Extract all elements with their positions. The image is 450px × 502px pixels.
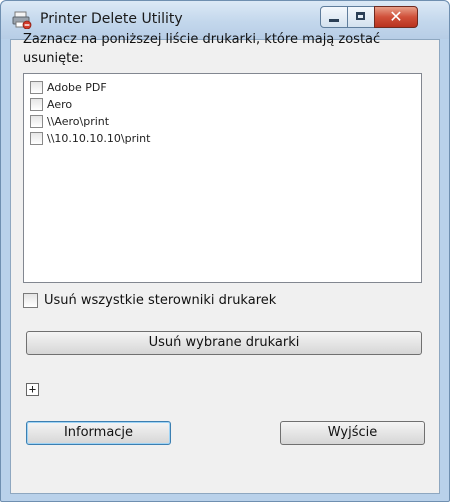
list-item[interactable]: Aero (30, 96, 421, 113)
info-button[interactable]: Informacje (26, 421, 171, 445)
close-icon: ✕ (389, 7, 403, 26)
printer-checkbox[interactable] (30, 115, 43, 128)
exit-button[interactable]: Wyjście (280, 421, 425, 445)
instruction-label: Zaznacz na poniższej liście drukarki, kt… (23, 32, 381, 66)
remove-drivers-checkbox[interactable] (23, 293, 38, 308)
list-item[interactable]: \\10.10.10.10\print (30, 130, 421, 147)
list-item[interactable]: \\Aero\print (30, 113, 421, 130)
close-button[interactable]: ✕ (374, 6, 418, 28)
printer-checkbox[interactable] (30, 81, 43, 94)
remove-drivers-option[interactable]: Usuń wszystkie sterowniki drukarek (23, 293, 276, 308)
minimize-button[interactable] (320, 6, 348, 28)
printer-checkbox[interactable] (30, 132, 43, 145)
printer-label: \\10.10.10.10\print (47, 132, 151, 145)
list-item[interactable]: Adobe PDF (30, 79, 421, 96)
app-window: Printer Delete Utility ✕ Zaznacz na poni… (0, 0, 450, 502)
printer-label: Adobe PDF (47, 81, 107, 94)
printer-list[interactable]: Adobe PDF Aero \\Aero\print \\10.10.10.1… (23, 73, 422, 283)
printer-label: Aero (47, 98, 73, 111)
maximize-button[interactable] (347, 6, 375, 28)
remove-drivers-label: Usuń wszystkie sterowniki drukarek (44, 293, 277, 308)
maximize-icon (356, 12, 365, 20)
expand-icon[interactable]: + (26, 383, 39, 396)
window-title: Printer Delete Utility (40, 11, 183, 27)
printer-delete-icon (12, 11, 32, 29)
delete-selected-button[interactable]: Usuń wybrane drukarki (26, 331, 422, 355)
printer-label: \\Aero\print (47, 115, 110, 128)
minimize-icon (329, 19, 339, 22)
printer-checkbox[interactable] (30, 98, 43, 111)
